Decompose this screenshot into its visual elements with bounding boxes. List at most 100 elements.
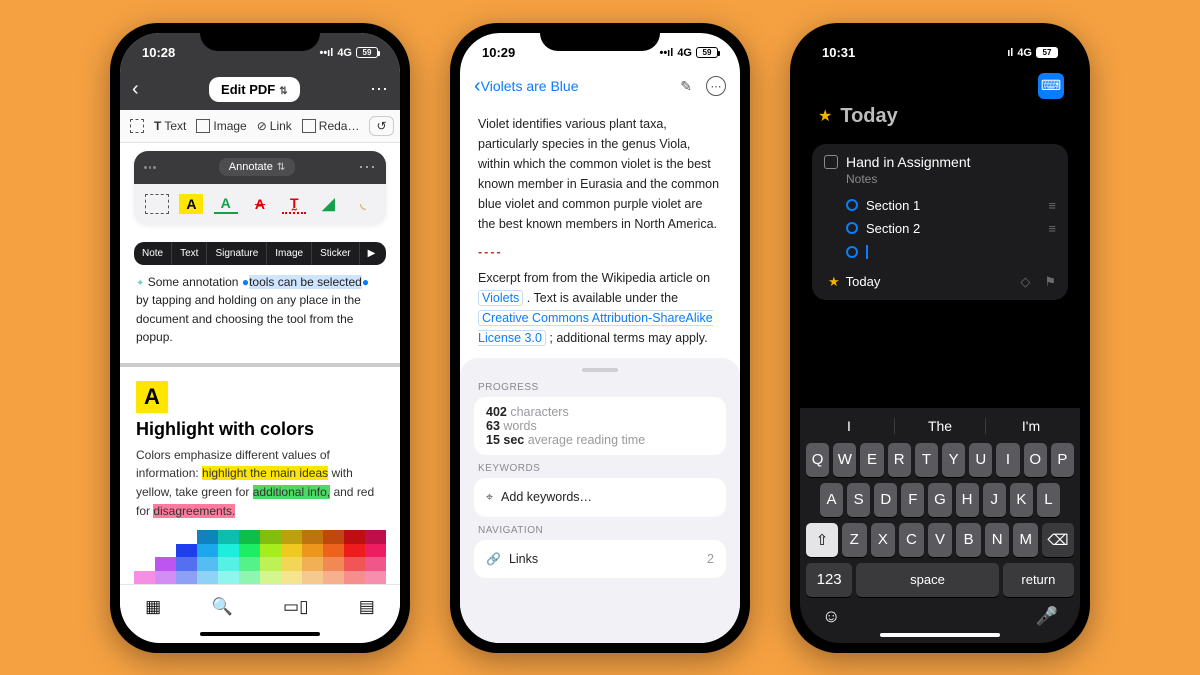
color-palette[interactable] <box>120 530 400 584</box>
links-card[interactable]: Links2 <box>474 540 726 578</box>
checklist-new-item[interactable] <box>824 240 1056 264</box>
key-w[interactable]: W <box>833 443 856 477</box>
tool-strikethrough-red[interactable]: A <box>248 194 272 214</box>
tool-squiggle-red[interactable]: T̰ <box>282 194 306 214</box>
reorder-icon[interactable]: ≡ <box>1048 198 1056 213</box>
key-k[interactable]: K <box>1010 483 1033 517</box>
key-return[interactable]: return <box>1003 563 1074 597</box>
key-b[interactable]: B <box>956 523 981 557</box>
undo-button[interactable]: ↺ <box>369 116 393 136</box>
key-g[interactable]: G <box>928 483 951 517</box>
tool-underline-green[interactable]: A <box>214 194 238 214</box>
menu-sticker[interactable]: Sticker <box>312 242 360 265</box>
drag-handle-icon[interactable] <box>144 166 156 169</box>
key-j[interactable]: J <box>983 483 1006 517</box>
key-p[interactable]: P <box>1051 443 1074 477</box>
ring-icon[interactable] <box>846 199 858 211</box>
keywords-card[interactable]: Add keywords… <box>474 478 726 517</box>
key-f[interactable]: F <box>901 483 924 517</box>
assoc-label[interactable]: Today <box>846 274 881 289</box>
link-violets[interactable]: Violets <box>478 290 523 306</box>
tool-marker-green[interactable]: ◢ <box>317 194 341 214</box>
annotate-more-button[interactable] <box>358 157 376 178</box>
menu-image[interactable]: Image <box>267 242 312 265</box>
tool-marker-tan[interactable]: ◟ <box>351 194 375 214</box>
key-i[interactable]: I <box>996 443 1019 477</box>
selected-text[interactable]: tools can be selected <box>249 275 362 289</box>
more-button[interactable] <box>370 79 388 100</box>
key-space[interactable]: space <box>856 563 998 597</box>
tool-area-select[interactable] <box>145 194 169 214</box>
tool-redact[interactable]: Reda… <box>302 119 360 133</box>
note-title[interactable]: Violets are Blue <box>481 78 579 94</box>
more-button[interactable]: ⋯ <box>706 76 726 96</box>
ring-icon[interactable] <box>846 222 858 234</box>
document-paragraph[interactable]: ✦ Some annotation ●tools can be selected… <box>120 269 400 357</box>
task-card[interactable]: Hand in Assignment Notes Section 1 ≡ Sec… <box>812 144 1068 300</box>
flag-button[interactable]: ⚑ <box>1044 274 1056 290</box>
ring-icon[interactable] <box>846 246 858 258</box>
search-button[interactable]: 🔍 <box>212 597 233 617</box>
highlight-green: additional info, <box>253 485 330 499</box>
note-body[interactable]: Violet identifies various plant taxa, pa… <box>460 104 740 358</box>
key-numbers[interactable]: 123 <box>806 563 852 597</box>
back-button[interactable] <box>474 75 481 98</box>
document-info-button[interactable]: ▤ <box>359 597 375 617</box>
menu-signature[interactable]: Signature <box>207 242 267 265</box>
prediction[interactable]: I'm <box>986 418 1076 434</box>
signal-icon: ••ıl <box>319 47 333 59</box>
key-shift[interactable]: ⇧ <box>806 523 838 557</box>
annotate-dropdown[interactable]: Annotate <box>219 158 295 176</box>
task-checkbox[interactable] <box>824 155 838 169</box>
tool-highlight-yellow[interactable]: A <box>179 194 203 214</box>
key-n[interactable]: N <box>985 523 1010 557</box>
home-indicator[interactable] <box>880 633 1000 637</box>
prediction[interactable]: The <box>895 418 986 434</box>
tags-button[interactable]: ◇ <box>1020 274 1030 290</box>
back-button[interactable] <box>132 78 139 101</box>
reorder-icon[interactable]: ≡ <box>1048 221 1056 236</box>
key-c[interactable]: C <box>899 523 924 557</box>
key-a[interactable]: A <box>820 483 843 517</box>
checklist-label: Section 1 <box>866 198 920 213</box>
mode-dropdown[interactable]: Edit PDF <box>209 77 300 102</box>
dictation-button[interactable]: 🎤 <box>1036 606 1058 627</box>
key-e[interactable]: E <box>860 443 883 477</box>
prediction[interactable]: I <box>804 418 895 434</box>
key-r[interactable]: R <box>888 443 911 477</box>
selection-end-handle[interactable]: ● <box>362 275 369 289</box>
tool-select-region[interactable] <box>130 119 144 133</box>
key-q[interactable]: Q <box>806 443 829 477</box>
tool-text[interactable]: TText <box>154 119 186 133</box>
tool-link[interactable]: ⊘Link <box>257 119 292 133</box>
selection-start-handle[interactable]: ● <box>242 275 249 289</box>
task-notes-label[interactable]: Notes <box>824 170 1056 194</box>
compose-button[interactable] <box>680 78 692 95</box>
tool-image[interactable]: Image <box>196 119 246 133</box>
menu-text[interactable]: Text <box>172 242 207 265</box>
read-mode-button[interactable]: ▭▯ <box>283 597 308 617</box>
home-indicator[interactable] <box>200 632 320 636</box>
menu-note[interactable]: Note <box>134 242 172 265</box>
keyboard-toggle-button[interactable]: ⌨ <box>1038 73 1064 99</box>
key-h[interactable]: H <box>956 483 979 517</box>
checklist-item[interactable]: Section 1 ≡ <box>824 194 1056 217</box>
key-u[interactable]: U <box>969 443 992 477</box>
info-sheet[interactable]: PROGRESS 402 characters 63 words 15 sec … <box>460 358 740 643</box>
key-l[interactable]: L <box>1037 483 1060 517</box>
key-d[interactable]: D <box>874 483 897 517</box>
key-x[interactable]: X <box>871 523 896 557</box>
key-t[interactable]: T <box>915 443 938 477</box>
key-s[interactable]: S <box>847 483 870 517</box>
checklist-item[interactable]: Section 2 ≡ <box>824 217 1056 240</box>
key-v[interactable]: V <box>928 523 953 557</box>
key-delete[interactable]: ⌫ <box>1042 523 1074 557</box>
key-o[interactable]: O <box>1024 443 1047 477</box>
thumbnails-button[interactable]: ▦ <box>145 597 161 617</box>
sheet-grabber[interactable] <box>582 368 618 372</box>
key-z[interactable]: Z <box>842 523 867 557</box>
menu-more-arrow[interactable]: ▶ <box>360 242 384 265</box>
key-m[interactable]: M <box>1013 523 1038 557</box>
key-y[interactable]: Y <box>942 443 965 477</box>
emoji-button[interactable]: ☺ <box>822 606 840 627</box>
